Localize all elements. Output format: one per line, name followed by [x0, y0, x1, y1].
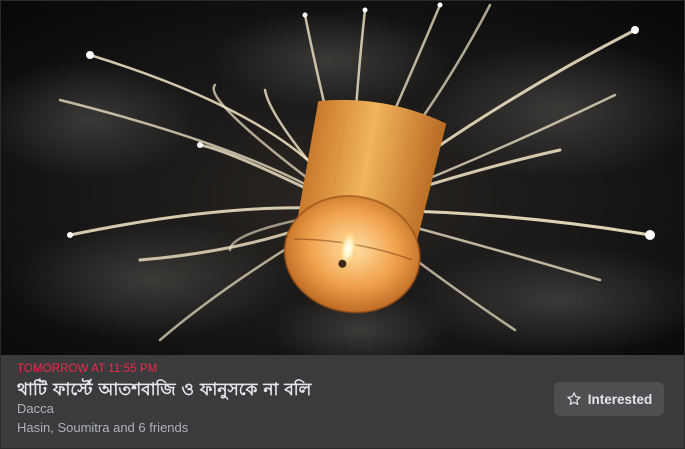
event-title[interactable]: থাটি ফার্স্টে আতশবাজি ও ফানুসকে না বলি	[17, 377, 311, 405]
friends-going[interactable]: Hasin, Soumitra and 6 friends	[17, 420, 188, 435]
star-icon	[566, 391, 582, 407]
interested-label: Interested	[587, 391, 653, 407]
event-cover-photo[interactable]	[0, 0, 685, 355]
event-card[interactable]: TOMORROW AT 11:55 PM থাটি ফার্স্টে আতশবা…	[0, 0, 685, 449]
interested-button[interactable]: Interested	[554, 382, 664, 416]
event-location: Dacca	[17, 401, 54, 416]
event-time: TOMORROW AT 11:55 PM	[17, 363, 158, 375]
lantern-fireworks-image	[0, 0, 685, 355]
